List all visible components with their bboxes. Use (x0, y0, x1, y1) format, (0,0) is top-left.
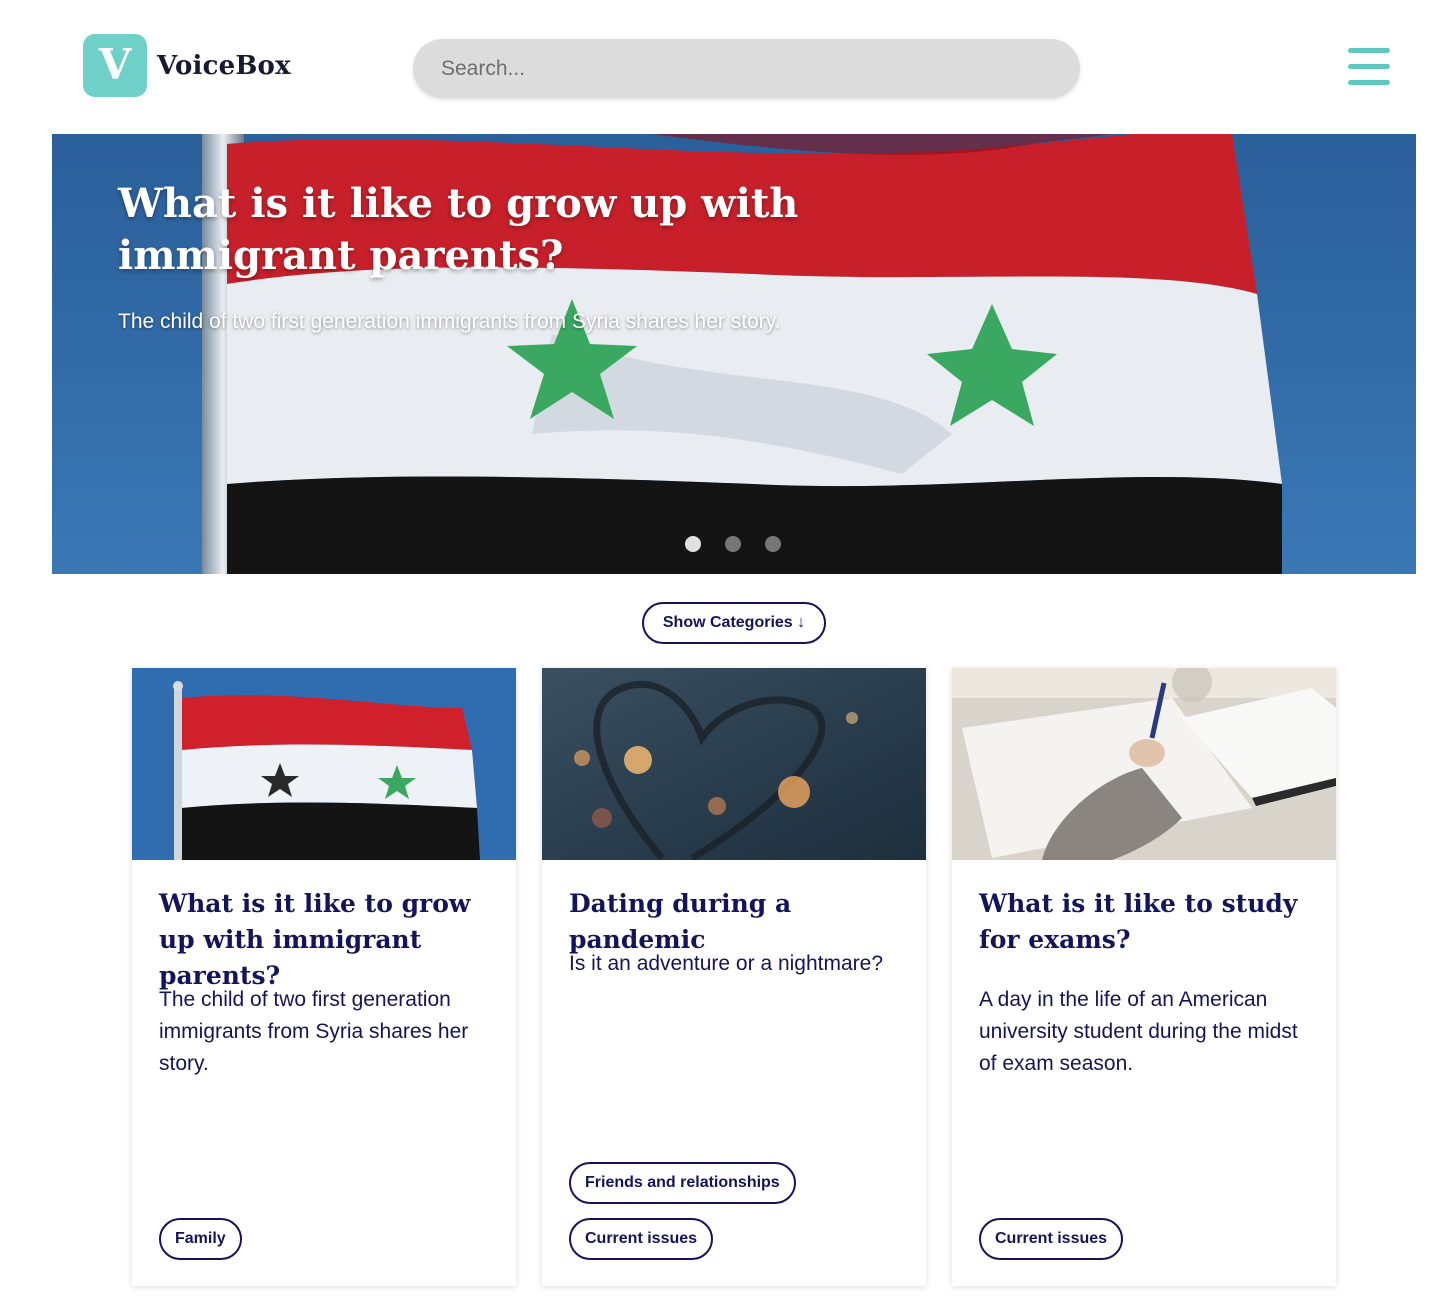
article-card[interactable]: Dating during a pandemic Is it an advent… (542, 668, 926, 1286)
card-image-study[interactable] (952, 668, 1336, 860)
card-title[interactable]: What is it like to study for exams? (979, 886, 1314, 958)
card-description: A day in the life of an American univers… (979, 988, 1298, 1075)
logo-icon: V (83, 34, 147, 97)
hero-title[interactable]: What is it like to grow up with immigran… (118, 178, 818, 282)
tag-family[interactable]: Family (159, 1218, 242, 1260)
tag-current-issues[interactable]: Current issues (979, 1218, 1124, 1260)
site-header: V VoiceBox (0, 0, 1454, 134)
tag-current-issues[interactable]: Current issues (569, 1218, 714, 1260)
logo-text: VoiceBox (157, 50, 291, 81)
show-categories-button[interactable]: Show Categories ↓ (642, 602, 826, 644)
card-image-flag[interactable] (132, 668, 516, 860)
carousel-dot-3[interactable] (765, 536, 781, 552)
study-image (952, 668, 1336, 860)
carousel-dot-2[interactable] (725, 536, 741, 552)
menu-icon[interactable] (1348, 48, 1390, 86)
card-title[interactable]: What is it like to grow up with immigran… (159, 886, 494, 994)
hero-carousel[interactable]: What is it like to grow up with immigran… (52, 134, 1416, 574)
flag-image (132, 668, 516, 860)
carousel-indicators (685, 536, 781, 552)
carousel-dot-1[interactable] (685, 536, 701, 552)
card-image-heart[interactable] (542, 668, 926, 860)
hero-subtitle: The child of two first generation immigr… (118, 310, 781, 333)
card-description: The child of two first generation immigr… (159, 988, 469, 1075)
search-input[interactable] (441, 56, 1041, 81)
article-card[interactable]: What is it like to grow up with immigran… (132, 668, 516, 1286)
logo[interactable]: V VoiceBox (83, 34, 291, 97)
tag-friends-and-relationships[interactable]: Friends and relationships (569, 1162, 796, 1204)
card-description: Is it an adventure or a nightmare? (569, 952, 884, 975)
heart-image (542, 668, 926, 860)
search-bar[interactable] (413, 39, 1080, 98)
article-card[interactable]: What is it like to study for exams? A da… (952, 668, 1336, 1286)
